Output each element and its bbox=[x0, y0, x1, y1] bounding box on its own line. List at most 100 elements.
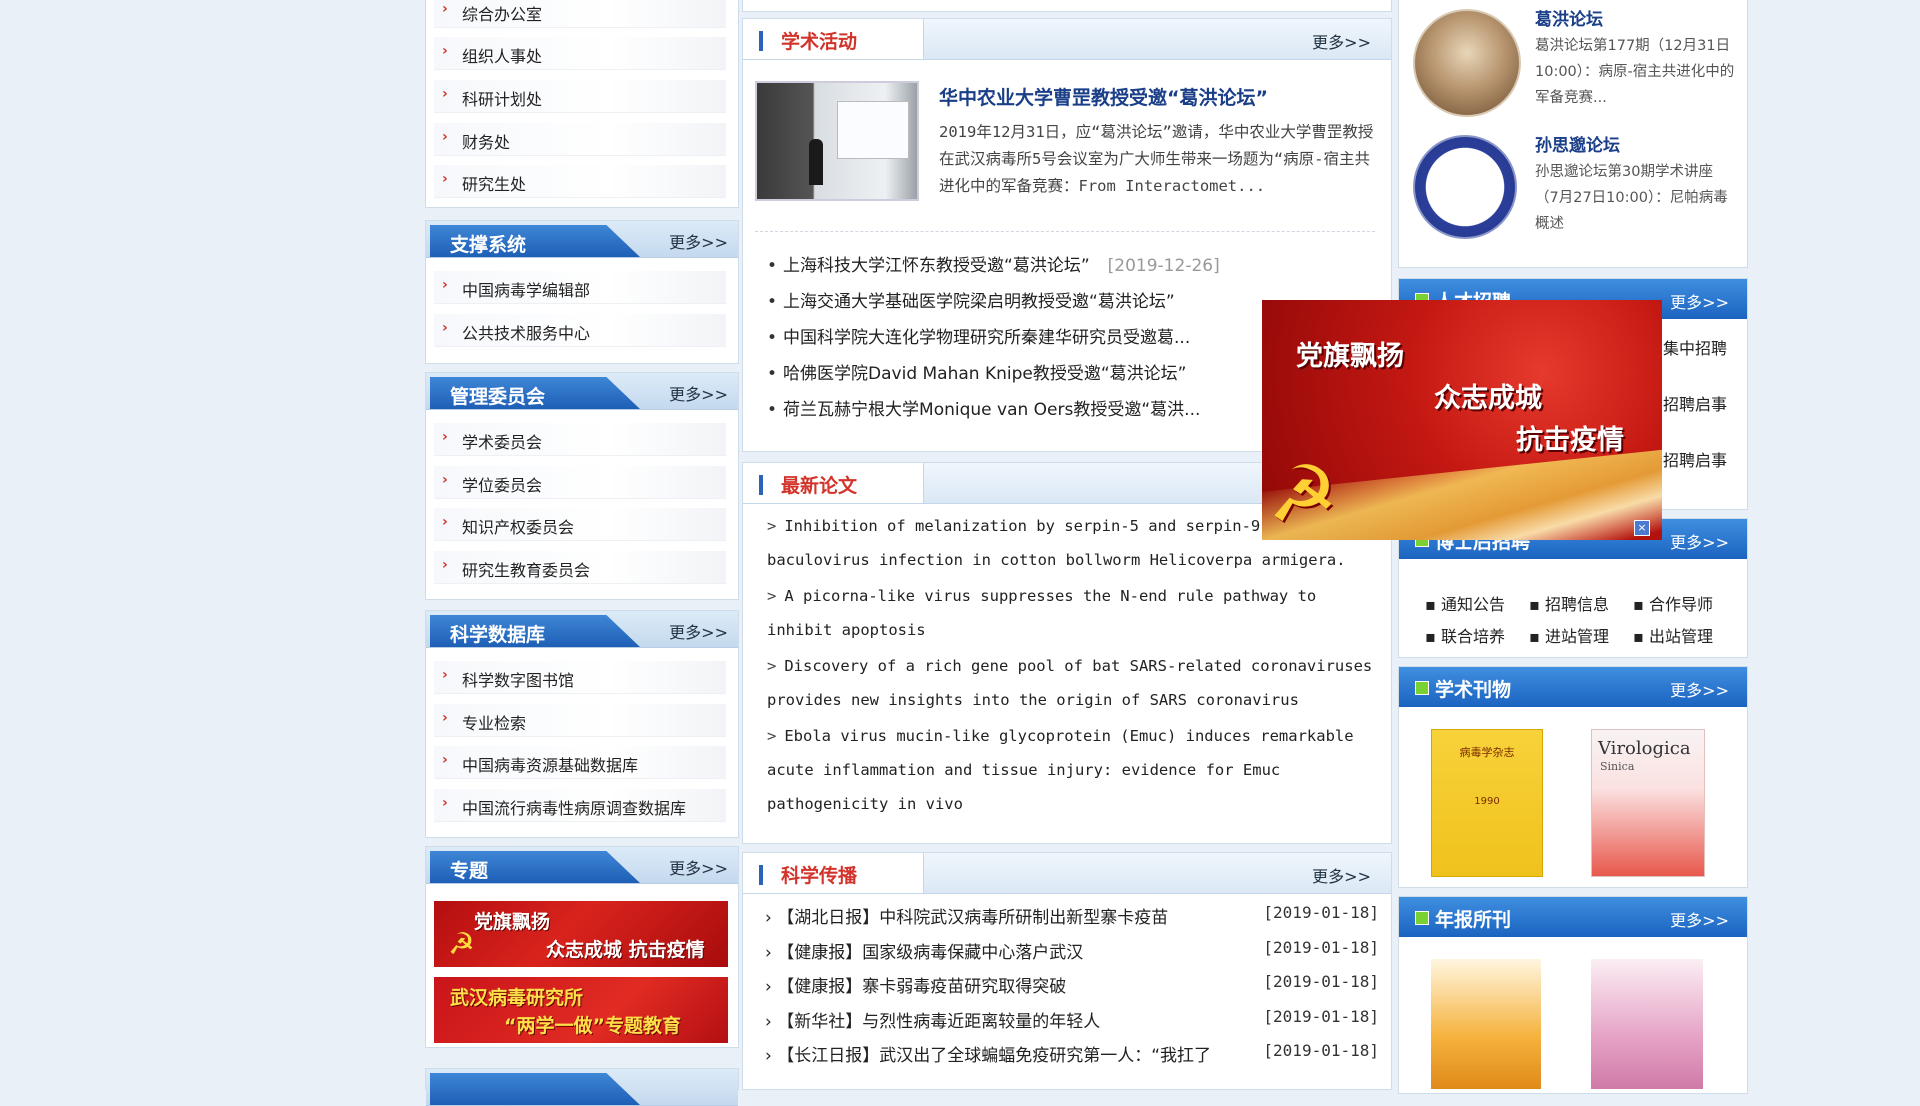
outreach-item[interactable]: › 【健康报】寨卡弱毒疫苗研究取得突破 [2019-01-18] bbox=[765, 972, 1381, 997]
feature-photo[interactable] bbox=[755, 81, 919, 201]
paper-line: pathogenicity in vivo bbox=[767, 795, 963, 813]
paper-line: > Discovery of a rich gene pool of bat SA… bbox=[767, 649, 1377, 683]
journal-cover-title: Virologica bbox=[1598, 738, 1691, 759]
postdoc-link[interactable]: ▪ 招聘信息 bbox=[1529, 591, 1609, 615]
arrow-icon: › bbox=[442, 667, 448, 683]
sunsimiao-emblem[interactable] bbox=[1413, 135, 1517, 239]
gehong-portrait[interactable] bbox=[1413, 9, 1521, 117]
outreach-item[interactable]: › 【长江日报】武汉出了全球蝙蝠免疫研究第一人：“我扛了 [2019-01-18] bbox=[765, 1041, 1381, 1066]
committee-label: 学位委员会 bbox=[462, 476, 543, 495]
outreach-more-link[interactable]: 更多>> bbox=[1312, 863, 1371, 887]
journal-cover-subtitle: Sinica bbox=[1600, 760, 1635, 773]
outreach-header: 科学传播 更多>> bbox=[743, 853, 1391, 894]
database-item[interactable]: › 专业检索 bbox=[434, 704, 726, 737]
support-label: 公共技术服务中心 bbox=[462, 324, 591, 343]
journal-cover-virologica-sinica[interactable]: Virologica Sinica bbox=[1591, 729, 1705, 877]
database-label: 中国流行病毒性病原调查数据库 bbox=[462, 799, 687, 818]
dept-item[interactable]: › 组织人事处 bbox=[434, 37, 726, 70]
paper-item[interactable]: > Ebola virus mucin-like glycoprotein (Em… bbox=[767, 719, 1377, 821]
committee-item[interactable]: › 学位委员会 bbox=[434, 466, 726, 499]
journal-cover-virology[interactable]: 病毒学杂志 1990 bbox=[1431, 729, 1543, 877]
academic-list-item[interactable]: • 荷兰瓦赫宁根大学Monique van Oers教授受邀“葛洪... bbox=[767, 395, 1200, 420]
committee-label: 研究生教育委员会 bbox=[462, 561, 591, 580]
gehong-forum-title[interactable]: 葛洪论坛 bbox=[1535, 5, 1603, 30]
forums-box: 葛洪论坛 葛洪论坛第177期（12月31日10:00）：病原-宿主共进化中的军备… bbox=[1398, 0, 1748, 268]
academic-list-item[interactable]: • 哈佛医学院David Mahan Knipe教授受邀“葛洪论坛” bbox=[767, 359, 1186, 384]
postdoc-link[interactable]: ▪ 合作导师 bbox=[1633, 591, 1713, 615]
popup-line1: 党旗飘扬 bbox=[1296, 341, 1404, 372]
arrow-icon: › bbox=[442, 514, 448, 530]
outreach-item[interactable]: › 【湖北日报】中科院武汉病毒所研制出新型寨卡疫苗 [2019-01-18] bbox=[765, 903, 1381, 928]
academic-list-date: [2019-12-26] bbox=[1107, 256, 1220, 276]
chevron-right-icon: › bbox=[765, 977, 778, 997]
journals-more-link[interactable]: 更多>> bbox=[1670, 677, 1729, 701]
academic-list-text: 荷兰瓦赫宁根大学Monique van Oers教授受邀“葛洪... bbox=[783, 400, 1201, 420]
dept-item[interactable]: › 综合办公室 bbox=[434, 0, 726, 28]
postdoc-link-label: 联合培养 bbox=[1440, 627, 1505, 646]
arrow-icon: › bbox=[442, 277, 448, 293]
paper-line: inhibit apoptosis bbox=[767, 621, 926, 639]
education-banner[interactable]: 武汉病毒研究所 “两学一做”专题教育 bbox=[434, 977, 728, 1043]
talent-link[interactable]: 招聘启事 bbox=[1663, 447, 1727, 471]
support-item[interactable]: › 中国病毒学编辑部 bbox=[434, 271, 726, 304]
papers-title: 最新论文 bbox=[781, 475, 858, 497]
paper-item[interactable]: > A picorna-like virus suppresses the N-e… bbox=[767, 579, 1377, 647]
committee-header: 管理委员会 更多>> bbox=[426, 373, 738, 410]
feature-headline[interactable]: 华中农业大学曹罡教授受邀“葛洪论坛” bbox=[939, 83, 1379, 110]
arrow-icon: › bbox=[442, 429, 448, 445]
talent-more-link[interactable]: 更多>> bbox=[1670, 289, 1729, 313]
dept-item[interactable]: › 研究生处 bbox=[434, 165, 726, 198]
support-item[interactable]: › 公共技术服务中心 bbox=[434, 314, 726, 347]
annual-more-link[interactable]: 更多>> bbox=[1670, 907, 1729, 931]
academic-header: 学术活动 更多>> bbox=[743, 19, 1391, 60]
postdoc-link[interactable]: ▪ 进站管理 bbox=[1529, 623, 1609, 647]
committee-item[interactable]: › 研究生教育委员会 bbox=[434, 551, 726, 584]
chevron-right-icon: › bbox=[765, 943, 778, 963]
academic-list-item[interactable]: • 中国科学院大连化学物理研究所秦建华研究员受邀葛... bbox=[767, 323, 1190, 348]
dept-item[interactable]: › 科研计划处 bbox=[434, 80, 726, 113]
postdoc-link[interactable]: ▪ 联合培养 bbox=[1425, 623, 1505, 647]
paper-item[interactable]: > Discovery of a rich gene pool of bat SA… bbox=[767, 649, 1377, 717]
paper-line: baculovirus infection in cotton bollworm… bbox=[767, 551, 1346, 569]
academic-tab[interactable]: 学术活动 bbox=[743, 19, 924, 59]
academic-title: 学术活动 bbox=[781, 31, 858, 53]
party-banner[interactable]: ☭ 党旗飘扬 众志成城 抗击疫情 bbox=[434, 901, 728, 967]
committee-more-link[interactable]: 更多>> bbox=[669, 381, 728, 405]
topics-tab: 专题 bbox=[430, 851, 640, 883]
postdoc-link[interactable]: ▪ 出站管理 bbox=[1633, 623, 1713, 647]
academic-more-link[interactable]: 更多>> bbox=[1312, 29, 1371, 53]
talent-link[interactable]: 招聘启事 bbox=[1663, 391, 1727, 415]
support-more-link[interactable]: 更多>> bbox=[669, 229, 728, 253]
papers-tab[interactable]: 最新论文 bbox=[743, 463, 924, 503]
database-item[interactable]: › 中国病毒资源基础数据库 bbox=[434, 746, 726, 779]
academic-list-item[interactable]: • 上海交通大学基础医学院梁启明教授受邀“葛洪论坛” bbox=[767, 287, 1175, 312]
outreach-item[interactable]: › 【健康报】国家级病毒保藏中心落户武汉 [2019-01-18] bbox=[765, 938, 1381, 963]
committee-item[interactable]: › 知识产权委员会 bbox=[434, 508, 726, 541]
talent-link[interactable]: 集中招聘 bbox=[1663, 335, 1727, 359]
database-item[interactable]: › 中国流行病毒性病原调查数据库 bbox=[434, 789, 726, 822]
chevron-right-icon: > bbox=[767, 587, 777, 605]
committee-box: 管理委员会 更多>> › 学术委员会 › 学位委员会 › 知识产权委员会 › 研究生教育… bbox=[425, 372, 739, 600]
committee-tab: 管理委员会 bbox=[430, 377, 640, 409]
dept-item[interactable]: › 财务处 bbox=[434, 123, 726, 156]
outreach-tab[interactable]: 科学传播 bbox=[743, 853, 924, 893]
database-more-link[interactable]: 更多>> bbox=[669, 619, 728, 643]
postdoc-more-link[interactable]: 更多>> bbox=[1670, 529, 1729, 553]
chevron-right-icon: › bbox=[765, 908, 778, 928]
database-item[interactable]: › 科学数字图书馆 bbox=[434, 661, 726, 694]
academic-list-item[interactable]: • 上海科技大学江怀东教授受邀“葛洪论坛” [2019-12-26] bbox=[767, 251, 1220, 276]
sunsimiao-forum-title[interactable]: 孙思邈论坛 bbox=[1535, 131, 1620, 156]
postdoc-link[interactable]: ▪ 通知公告 bbox=[1425, 591, 1505, 615]
outreach-item[interactable]: › 【新华社】与烈性病毒近距离较量的年轻人 [2019-01-18] bbox=[765, 1007, 1381, 1032]
committee-item[interactable]: › 学术委员会 bbox=[434, 423, 726, 456]
annual-report-cover[interactable] bbox=[1431, 959, 1541, 1089]
education-banner-line1: 武汉病毒研究所 bbox=[450, 987, 584, 1009]
tab-marker bbox=[759, 865, 763, 885]
support-box: 支撑系统 更多>> › 中国病毒学编辑部 › 公共技术服务中心 bbox=[425, 220, 739, 364]
close-icon[interactable]: × bbox=[1634, 520, 1650, 536]
annual-report-cover[interactable] bbox=[1591, 959, 1703, 1089]
database-label: 专业检索 bbox=[462, 714, 527, 733]
floating-party-ad[interactable]: ☭ 党旗飘扬 众志成城 抗击疫情 × bbox=[1262, 300, 1662, 540]
arrow-icon: › bbox=[442, 557, 448, 573]
topics-more-link[interactable]: 更多>> bbox=[669, 855, 728, 879]
